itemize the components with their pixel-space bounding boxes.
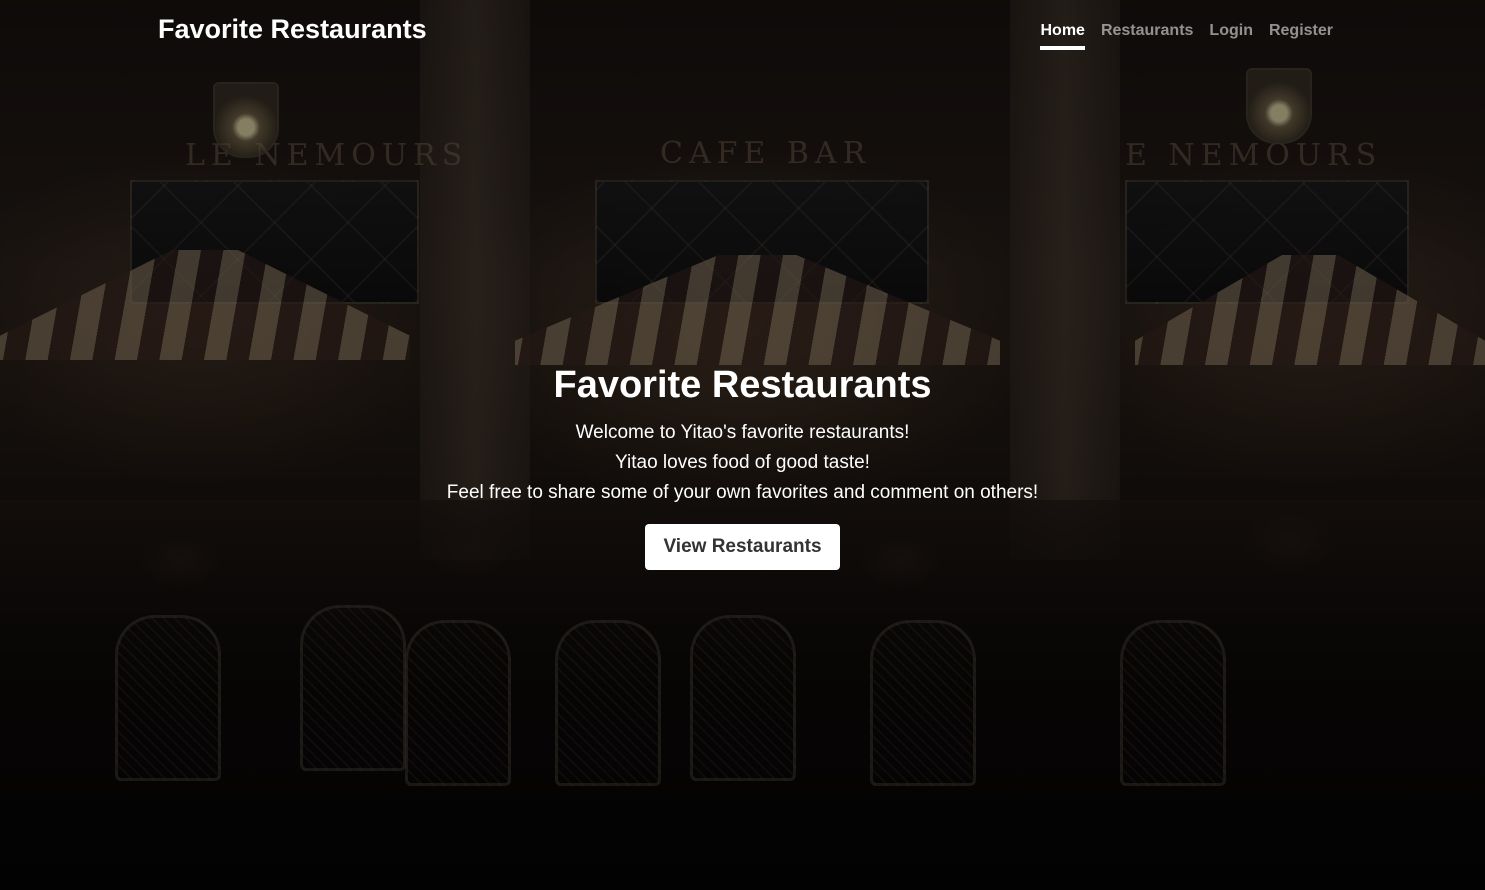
nav-restaurants-link[interactable]: Restaurants <box>1101 20 1193 50</box>
site-header: Favorite Restaurants Home Restaurants Lo… <box>158 0 1333 64</box>
main-nav: Home Restaurants Login Register <box>1040 20 1333 50</box>
hero-taste-text: Yitao loves food of good taste! <box>615 452 870 473</box>
hero-section: Favorite Restaurants Welcome to Yitao's … <box>0 362 1485 570</box>
view-restaurants-button[interactable]: View Restaurants <box>645 524 840 570</box>
nav-home-link[interactable]: Home <box>1040 20 1085 50</box>
hero-title: Favorite Restaurants <box>553 364 932 406</box>
nav-login-link[interactable]: Login <box>1209 20 1253 50</box>
page: LE NEMOURS CAFE BAR E NEMOURS Favorite R… <box>0 0 1485 890</box>
hero-welcome-text: Welcome to Yitao's favorite restaurants! <box>575 422 910 443</box>
brand-title[interactable]: Favorite Restaurants <box>158 14 427 45</box>
hero-share-text: Feel free to share some of your own favo… <box>446 482 1039 503</box>
nav-register-link[interactable]: Register <box>1269 20 1333 50</box>
